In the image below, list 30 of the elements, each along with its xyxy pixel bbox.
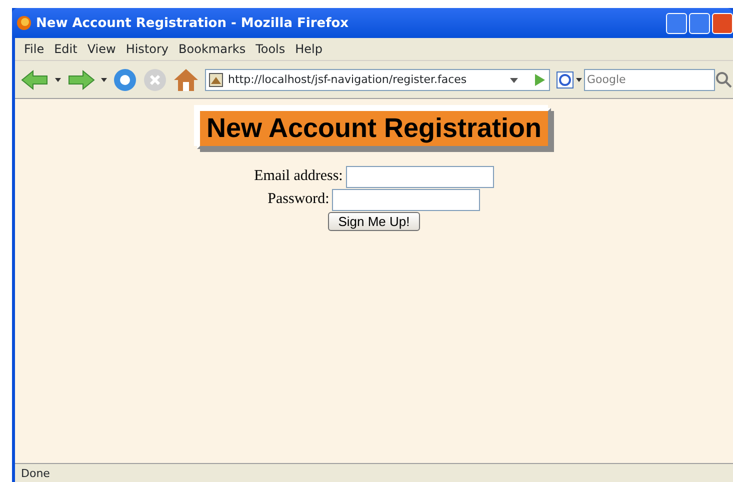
- page-heading: New Account Registration: [197, 108, 551, 150]
- menu-item[interactable]: Help: [292, 42, 330, 56]
- menu-item[interactable]: Bookmarks: [176, 42, 253, 56]
- menu-item[interactable]: File: [21, 42, 52, 56]
- reload-icon[interactable]: [113, 68, 137, 92]
- status-text: Done: [21, 466, 50, 480]
- search-icon[interactable]: [715, 70, 733, 88]
- address-field[interactable]: http://localhost/jsf-navigation/register.faces: [205, 68, 550, 90]
- search-engine-icon[interactable]: [556, 70, 584, 88]
- caret-icon[interactable]: [101, 78, 107, 82]
- menu-item[interactable]: View: [84, 42, 123, 56]
- close-button[interactable]: [712, 12, 733, 34]
- input-field[interactable]: [332, 188, 480, 211]
- search-field[interactable]: Google: [584, 68, 715, 90]
- minimize-button[interactable]: [666, 12, 687, 34]
- firefox-icon: [16, 15, 32, 31]
- field-label: Password:: [268, 190, 330, 210]
- menu-item[interactable]: History: [122, 42, 176, 56]
- menu-item[interactable]: Edit: [51, 42, 84, 56]
- menu-item[interactable]: Tools: [252, 42, 292, 56]
- maximize-button[interactable]: [689, 12, 710, 34]
- forward-icon[interactable]: [67, 68, 95, 90]
- page-icon: [209, 72, 223, 86]
- window-title: New Account Registration - Mozilla Firefox: [36, 16, 349, 30]
- sign-up-button[interactable]: Sign Me Up!: [328, 212, 420, 232]
- input-field[interactable]: [346, 166, 494, 188]
- back-icon[interactable]: [21, 68, 49, 90]
- home-icon[interactable]: [173, 68, 199, 92]
- caret-icon[interactable]: [55, 78, 61, 82]
- field-label: Email address:: [254, 167, 343, 186]
